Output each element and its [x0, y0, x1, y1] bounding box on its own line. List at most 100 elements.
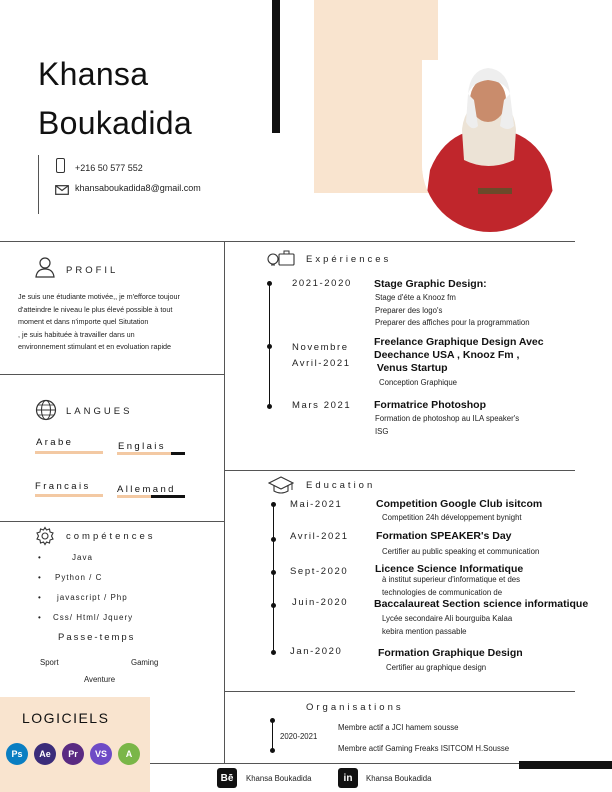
behance-icon[interactable]: Bē — [217, 768, 237, 788]
lang-englais-bar — [117, 452, 185, 455]
column-divider — [224, 241, 225, 773]
exp-desc: Stage d'éte a Knooz fm Preparer des logo… — [375, 292, 530, 330]
exp-title: Freelance Graphique Design Avec Deechanc… — [374, 336, 544, 374]
education-title: Education — [306, 480, 376, 491]
hobby-sport: Sport — [40, 658, 59, 667]
lang-allemand: Allemand — [117, 484, 176, 495]
peach-header-block — [314, 0, 438, 193]
lang-allemand-bar — [117, 495, 185, 498]
exp-desc: Conception Graphique — [379, 377, 457, 390]
bullet: • — [38, 573, 41, 582]
organisations-title: Organisations — [306, 702, 404, 713]
exp-desc-line: Formation de photoshop au ILA speaker's — [375, 414, 520, 423]
timeline-dot — [270, 718, 275, 723]
edu-date: Sept-2020 — [290, 566, 349, 577]
edu-desc-line: à institut superieur d'informatique et d… — [382, 575, 521, 584]
edu-desc-line: kebira mention passable — [382, 626, 467, 636]
edu-desc-line: Lycée secondaire Ali bourguiba Kalaa — [382, 614, 513, 623]
photoshop-icon: Ps — [6, 743, 28, 765]
edu-desc: Competition 24h développement bynight — [382, 513, 522, 522]
exp-date: 2021-2020 — [292, 278, 352, 289]
phone-icon — [56, 158, 65, 173]
exp-desc: Formation de photoshop au ILA speaker's … — [375, 413, 519, 438]
timeline-dot — [267, 344, 272, 349]
langues-title: LANGUES — [66, 406, 133, 417]
graduation-cap-icon — [267, 475, 295, 500]
profil-line: moment et dans n'importe quel Situtation — [18, 317, 149, 326]
lang-francais: Francais — [35, 481, 91, 492]
timeline-dot — [267, 281, 272, 286]
last-name: Boukadida — [38, 105, 192, 141]
logiciels-title: LOGICIELS — [22, 710, 110, 726]
hobby-gaming: Gaming — [131, 658, 159, 667]
skill-css-html-jquery: Css/ Html/ Jquery — [53, 613, 134, 622]
bullet: • — [38, 593, 41, 602]
first-name: Khansa — [38, 56, 149, 92]
mail-icon — [55, 182, 69, 200]
after-effects-icon: Ae — [34, 743, 56, 765]
exp-title: Formatrice Photoshop — [374, 399, 487, 411]
edu-desc: Certifier au graphique design — [386, 663, 487, 672]
footer-black-bar — [519, 761, 612, 769]
profil-line: environnement stimulant et en evoluation… — [18, 342, 172, 351]
education-timeline — [273, 504, 274, 654]
edu-date: Juin-2020 — [292, 597, 349, 608]
lightbulb-briefcase-icon — [266, 249, 296, 274]
timeline-dot — [270, 748, 275, 753]
lang-arabe-bar — [35, 451, 103, 454]
globe-icon — [35, 399, 57, 426]
timeline-dot — [271, 537, 276, 542]
bullet: • — [38, 553, 41, 562]
exp-desc-line: ISG — [375, 426, 389, 436]
hobby-aventure: Aventure — [84, 675, 116, 684]
phone-number: +216 50 577 552 — [75, 163, 143, 173]
edu-desc: Lycée secondaire Ali bourguiba Kalaa keb… — [382, 613, 512, 638]
exp-date: Novembre Avril-2021 — [292, 342, 351, 369]
edu-title: Competition Google Club isitcom — [376, 498, 543, 510]
organisation-item: Membre actif a JCI hamem sousse — [338, 723, 459, 732]
edu-title: Formation Graphique Design — [378, 647, 523, 659]
exp-title: Stage Graphic Design: — [374, 278, 487, 290]
black-accent-bar — [272, 0, 280, 133]
behance-link[interactable]: Khansa Boukadida — [246, 774, 311, 783]
timeline-dot — [271, 650, 276, 655]
profil-divider — [0, 374, 224, 375]
passe-temps-title: Passe-temps — [58, 632, 136, 643]
edu-date: Jan-2020 — [290, 646, 343, 657]
exp-desc-line: Stage d'éte a Knooz fm — [375, 293, 456, 302]
experiences-divider — [224, 470, 575, 471]
profil-line: , je suis habituée à travailler dans un — [18, 329, 135, 339]
exp-desc-line: Preparer des affiches pour la programmat… — [375, 318, 530, 327]
exp-desc-line: Conception Graphique — [379, 378, 458, 387]
profile-photo — [422, 60, 558, 232]
skill-javascript-php: javascript / Php — [57, 593, 128, 602]
edu-title: Formation SPEAKER's Day — [376, 530, 512, 542]
lang-englais: Englais — [118, 441, 166, 452]
organisation-item: Membre actif Gaming Freaks ISITCOM H.Sou… — [338, 744, 510, 753]
experiences-title: Expériences — [306, 254, 392, 265]
top-divider — [0, 241, 575, 242]
edu-desc: Certifier au public speaking et communic… — [382, 547, 540, 556]
contact-divider — [38, 155, 39, 214]
edu-desc: à institut superieur d'informatique et d… — [382, 574, 520, 599]
android-studio-icon: A — [118, 743, 140, 765]
visual-studio-icon: VS — [90, 743, 112, 765]
linkedin-link[interactable]: Khansa Boukadida — [366, 774, 431, 783]
edu-title: Baccalaureat Section science informatiqu… — [374, 598, 589, 610]
exp-date: Mars 2021 — [292, 400, 352, 411]
timeline-dot — [271, 603, 276, 608]
organisations-date: 2020-2021 — [280, 732, 318, 741]
gear-icon — [35, 526, 55, 551]
timeline-dot — [271, 502, 276, 507]
linkedin-icon[interactable]: in — [338, 768, 358, 788]
premiere-icon: Pr — [62, 743, 84, 765]
skill-python-c: Python / C — [55, 573, 103, 582]
edu-date: Mai-2021 — [290, 499, 343, 510]
user-icon — [34, 256, 56, 283]
bullet: • — [38, 613, 41, 622]
email-address: khansaboukadida8@gmail.com — [75, 183, 201, 193]
timeline-dot — [267, 404, 272, 409]
edu-date: Avril-2021 — [290, 531, 349, 542]
education-divider — [224, 691, 575, 692]
skill-java: Java — [72, 553, 93, 562]
